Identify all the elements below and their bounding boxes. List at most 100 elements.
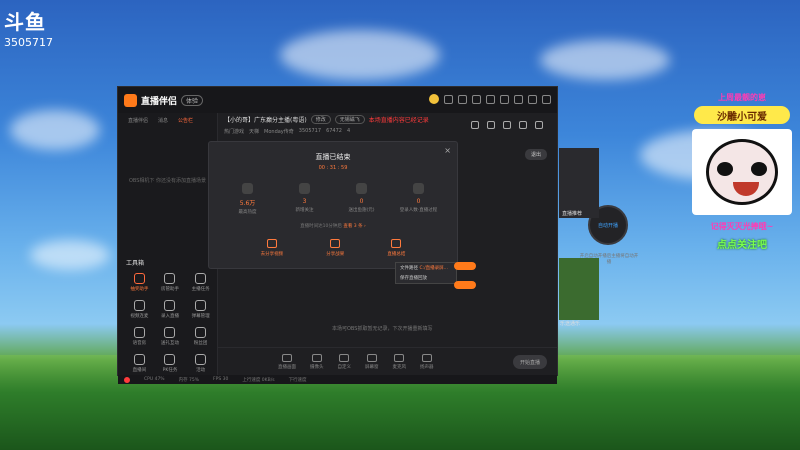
tool-pk[interactable]: PK任务 <box>155 354 186 373</box>
bell-icon[interactable] <box>519 121 527 129</box>
tool-voice-room[interactable]: 语音房 <box>124 327 155 346</box>
tool-danmaku[interactable]: 弹幕管理 <box>185 300 216 319</box>
live-stats: 5.6万 最高热度 3 新增关注 0 送出鱼翅(元) 0 登录人数·直播过程 <box>209 183 457 215</box>
tool-gift[interactable]: 送礼互动 <box>155 327 186 346</box>
room-icon <box>133 354 145 365</box>
source-camera[interactable]: 摄像头 <box>310 353 324 370</box>
user-avatar[interactable] <box>429 94 439 104</box>
heart-icon <box>299 183 310 194</box>
category-selector[interactable]: 无锡磁飞 <box>334 115 365 124</box>
settings-icon[interactable] <box>486 94 495 104</box>
room-id: 3505717 <box>4 36 53 49</box>
flame-icon <box>242 183 253 194</box>
panda-eye <box>751 162 767 176</box>
sky-cloud <box>30 240 110 270</box>
review-note[interactable]: 直播时间达10分钟后 查看 3 条 › <box>209 223 457 229</box>
lock-icon[interactable] <box>471 121 479 129</box>
tool-record[interactable]: 录入直播 <box>155 300 186 319</box>
window-icon <box>366 353 377 362</box>
stat-new-follows: 3 新增关注 <box>285 183 325 215</box>
toolbox-title: 工具箱 <box>126 260 145 267</box>
weekly-top-label: 上周最靓的崽 <box>718 93 766 102</box>
header-tools <box>471 121 543 129</box>
add-icon[interactable] <box>503 121 511 129</box>
top-fan-name: 沙雕小可爱 <box>694 106 790 124</box>
maximize-icon[interactable] <box>528 94 537 104</box>
live-dot-icon <box>124 376 130 383</box>
menu-icon[interactable] <box>500 94 509 104</box>
source-toolbar: 直播画面 摄像头 自定义 屏幕窗 麦克风 扬声器 开始直播 <box>218 347 557 375</box>
reminder-text: 记得灭灭光捧哦~ <box>710 222 774 231</box>
sky-cloud <box>10 110 100 150</box>
panda-face <box>706 139 778 205</box>
share-icon[interactable] <box>535 121 543 129</box>
toggle-switch[interactable] <box>454 262 476 270</box>
speaker-icon <box>421 353 432 362</box>
file-path-row[interactable]: 文件路径 C:/直播录屏... <box>396 263 456 273</box>
close-icon[interactable] <box>542 94 551 104</box>
recommend-thumbnail-2[interactable] <box>559 258 599 320</box>
upload-icon[interactable] <box>487 121 495 129</box>
follow-text: 点点关注吧 <box>717 240 767 251</box>
recommend-thumbnail[interactable] <box>559 148 599 218</box>
video-icon <box>266 239 277 248</box>
share-result-button[interactable]: 分享战果 <box>326 239 344 257</box>
danmaku-icon <box>195 300 207 311</box>
admin-icon <box>164 273 176 284</box>
tool-tasks[interactable]: 主播任务 <box>185 273 216 292</box>
event-icon <box>195 354 207 365</box>
toolbox-grid: 抽奖助手 房管助手 主播任务 视频连麦 录入直播 弹幕管理 语音房 送礼互动 粉… <box>124 273 216 373</box>
camera-icon <box>311 353 322 362</box>
tool-events[interactable]: 活动 <box>185 354 216 373</box>
shirt-icon[interactable] <box>472 94 481 104</box>
exit-button[interactable]: 退出 <box>525 149 547 160</box>
version-badge[interactable]: 体验 <box>181 94 204 106</box>
source-screen[interactable]: 直播画面 <box>278 353 296 370</box>
live-duration: 00 : 31 : 59 <box>318 165 348 171</box>
dialog-close-button[interactable]: × <box>444 146 451 155</box>
douyu-watermark: 斗鱼 3505717 <box>4 6 53 49</box>
source-speaker[interactable]: 扬声器 <box>420 353 434 370</box>
app-title: 直播伴侣 <box>141 96 178 107</box>
obs-hint: 本场可OBS抓取暂无记录，下次开播重新填写 <box>332 326 433 332</box>
source-window[interactable]: 屏幕窗 <box>365 353 379 370</box>
screen-icon <box>282 353 292 362</box>
source-mic[interactable]: 麦克风 <box>393 353 406 370</box>
app-logo-icon <box>124 93 137 107</box>
custom-icon <box>339 353 350 362</box>
tab-companion[interactable]: 直播伴侣 <box>128 117 148 124</box>
sky-cloud <box>540 40 670 80</box>
panda-eye <box>717 162 733 176</box>
start-live-button[interactable]: 开始直播 <box>513 355 547 369</box>
room-meta: 热门游戏 天梯 Monday传奇 3505717 67472 4 <box>224 128 351 135</box>
live-ended-dialog: × 直播已结束 00 : 31 : 59 5.6万 最高热度 3 新增关注 0 … <box>208 141 458 269</box>
tool-lottery[interactable]: 抽奖助手 <box>124 273 155 292</box>
panda-meme-image <box>692 129 792 215</box>
tab-notice[interactable]: 公告栏 <box>178 117 193 124</box>
title-bar: 直播伴侣 体验 <box>118 87 557 113</box>
gift-icon[interactable] <box>458 94 467 104</box>
room-title: 【小的哥】广东癫分主播(粤语) <box>224 117 307 124</box>
fans-icon <box>195 327 207 338</box>
message-icon[interactable] <box>444 94 453 104</box>
tool-video-link[interactable]: 视频连麦 <box>124 300 155 319</box>
live-summary-button[interactable]: 直播总结 <box>387 239 405 257</box>
recommend-label: 直播推荐 <box>562 211 583 217</box>
share-video-button[interactable]: 去分享视频 <box>261 239 283 257</box>
voice-icon <box>133 327 145 338</box>
minimize-icon[interactable] <box>514 94 523 104</box>
source-custom[interactable]: 自定义 <box>338 353 351 370</box>
toggle-switch-2[interactable] <box>454 281 476 289</box>
title-bar-controls <box>429 94 551 104</box>
recommend-label-2: 乐途通乐 <box>560 321 581 327</box>
tool-fans[interactable]: 粉丝团 <box>185 327 216 346</box>
mic-icon <box>394 353 405 362</box>
review-link[interactable]: 查看 3 条 › <box>343 224 365 229</box>
save-replay-row[interactable]: 保存直播回放 <box>396 273 456 283</box>
tab-messages[interactable]: 消息 <box>158 117 168 124</box>
tool-room-admin[interactable]: 房管助手 <box>155 273 186 292</box>
pk-icon <box>164 354 176 365</box>
tool-room[interactable]: 直播间 <box>124 354 155 373</box>
edit-title-button[interactable]: 修改 <box>310 115 331 124</box>
video-link-icon <box>133 300 145 311</box>
